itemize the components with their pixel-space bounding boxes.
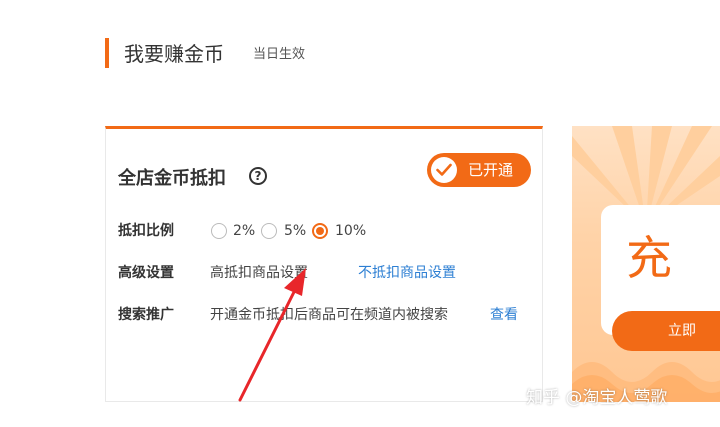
view-link[interactable]: 查看 [490, 305, 518, 325]
no-deduction-settings-link[interactable]: 不抵扣商品设置 [358, 263, 456, 283]
status-enabled-button[interactable]: 已开通 [427, 153, 531, 187]
promo-banner[interactable]: 充 立即 [572, 126, 720, 402]
ratio-radio-5[interactable] [261, 223, 277, 239]
advanced-label: 高级设置 [118, 265, 174, 281]
coin-deduction-card: 全店金币抵扣 ? 已开通 抵扣比例 2% 5% 10% 高级设置 高抵扣商品设置… [105, 126, 543, 402]
question-circle-icon[interactable]: ? [249, 167, 267, 185]
search-promo-text: 开通金币抵扣后商品可在频道内被搜索 [210, 307, 448, 323]
ratio-label: 抵扣比例 [118, 223, 174, 239]
section-subtitle: 当日生效 [253, 47, 306, 62]
ratio-radio-2[interactable] [211, 223, 227, 239]
section-accent-bar [105, 38, 109, 68]
check-circle-icon [431, 157, 457, 183]
status-label: 已开通 [468, 161, 514, 179]
promo-headline: 充 [626, 231, 672, 285]
ratio-option-10-label[interactable]: 10% [335, 221, 366, 241]
high-deduction-settings-link[interactable]: 高抵扣商品设置 [210, 263, 308, 283]
search-promo-label: 搜索推广 [118, 307, 174, 323]
card-title: 全店金币抵扣 [118, 168, 226, 189]
watermark: 知乎 @淘宝人莺歌 [526, 388, 668, 408]
ratio-option-5-label[interactable]: 5% [284, 221, 306, 241]
ratio-radio-10[interactable] [312, 223, 328, 239]
ratio-option-2-label[interactable]: 2% [233, 221, 255, 241]
section-title: 我要赚金币 [124, 42, 224, 66]
